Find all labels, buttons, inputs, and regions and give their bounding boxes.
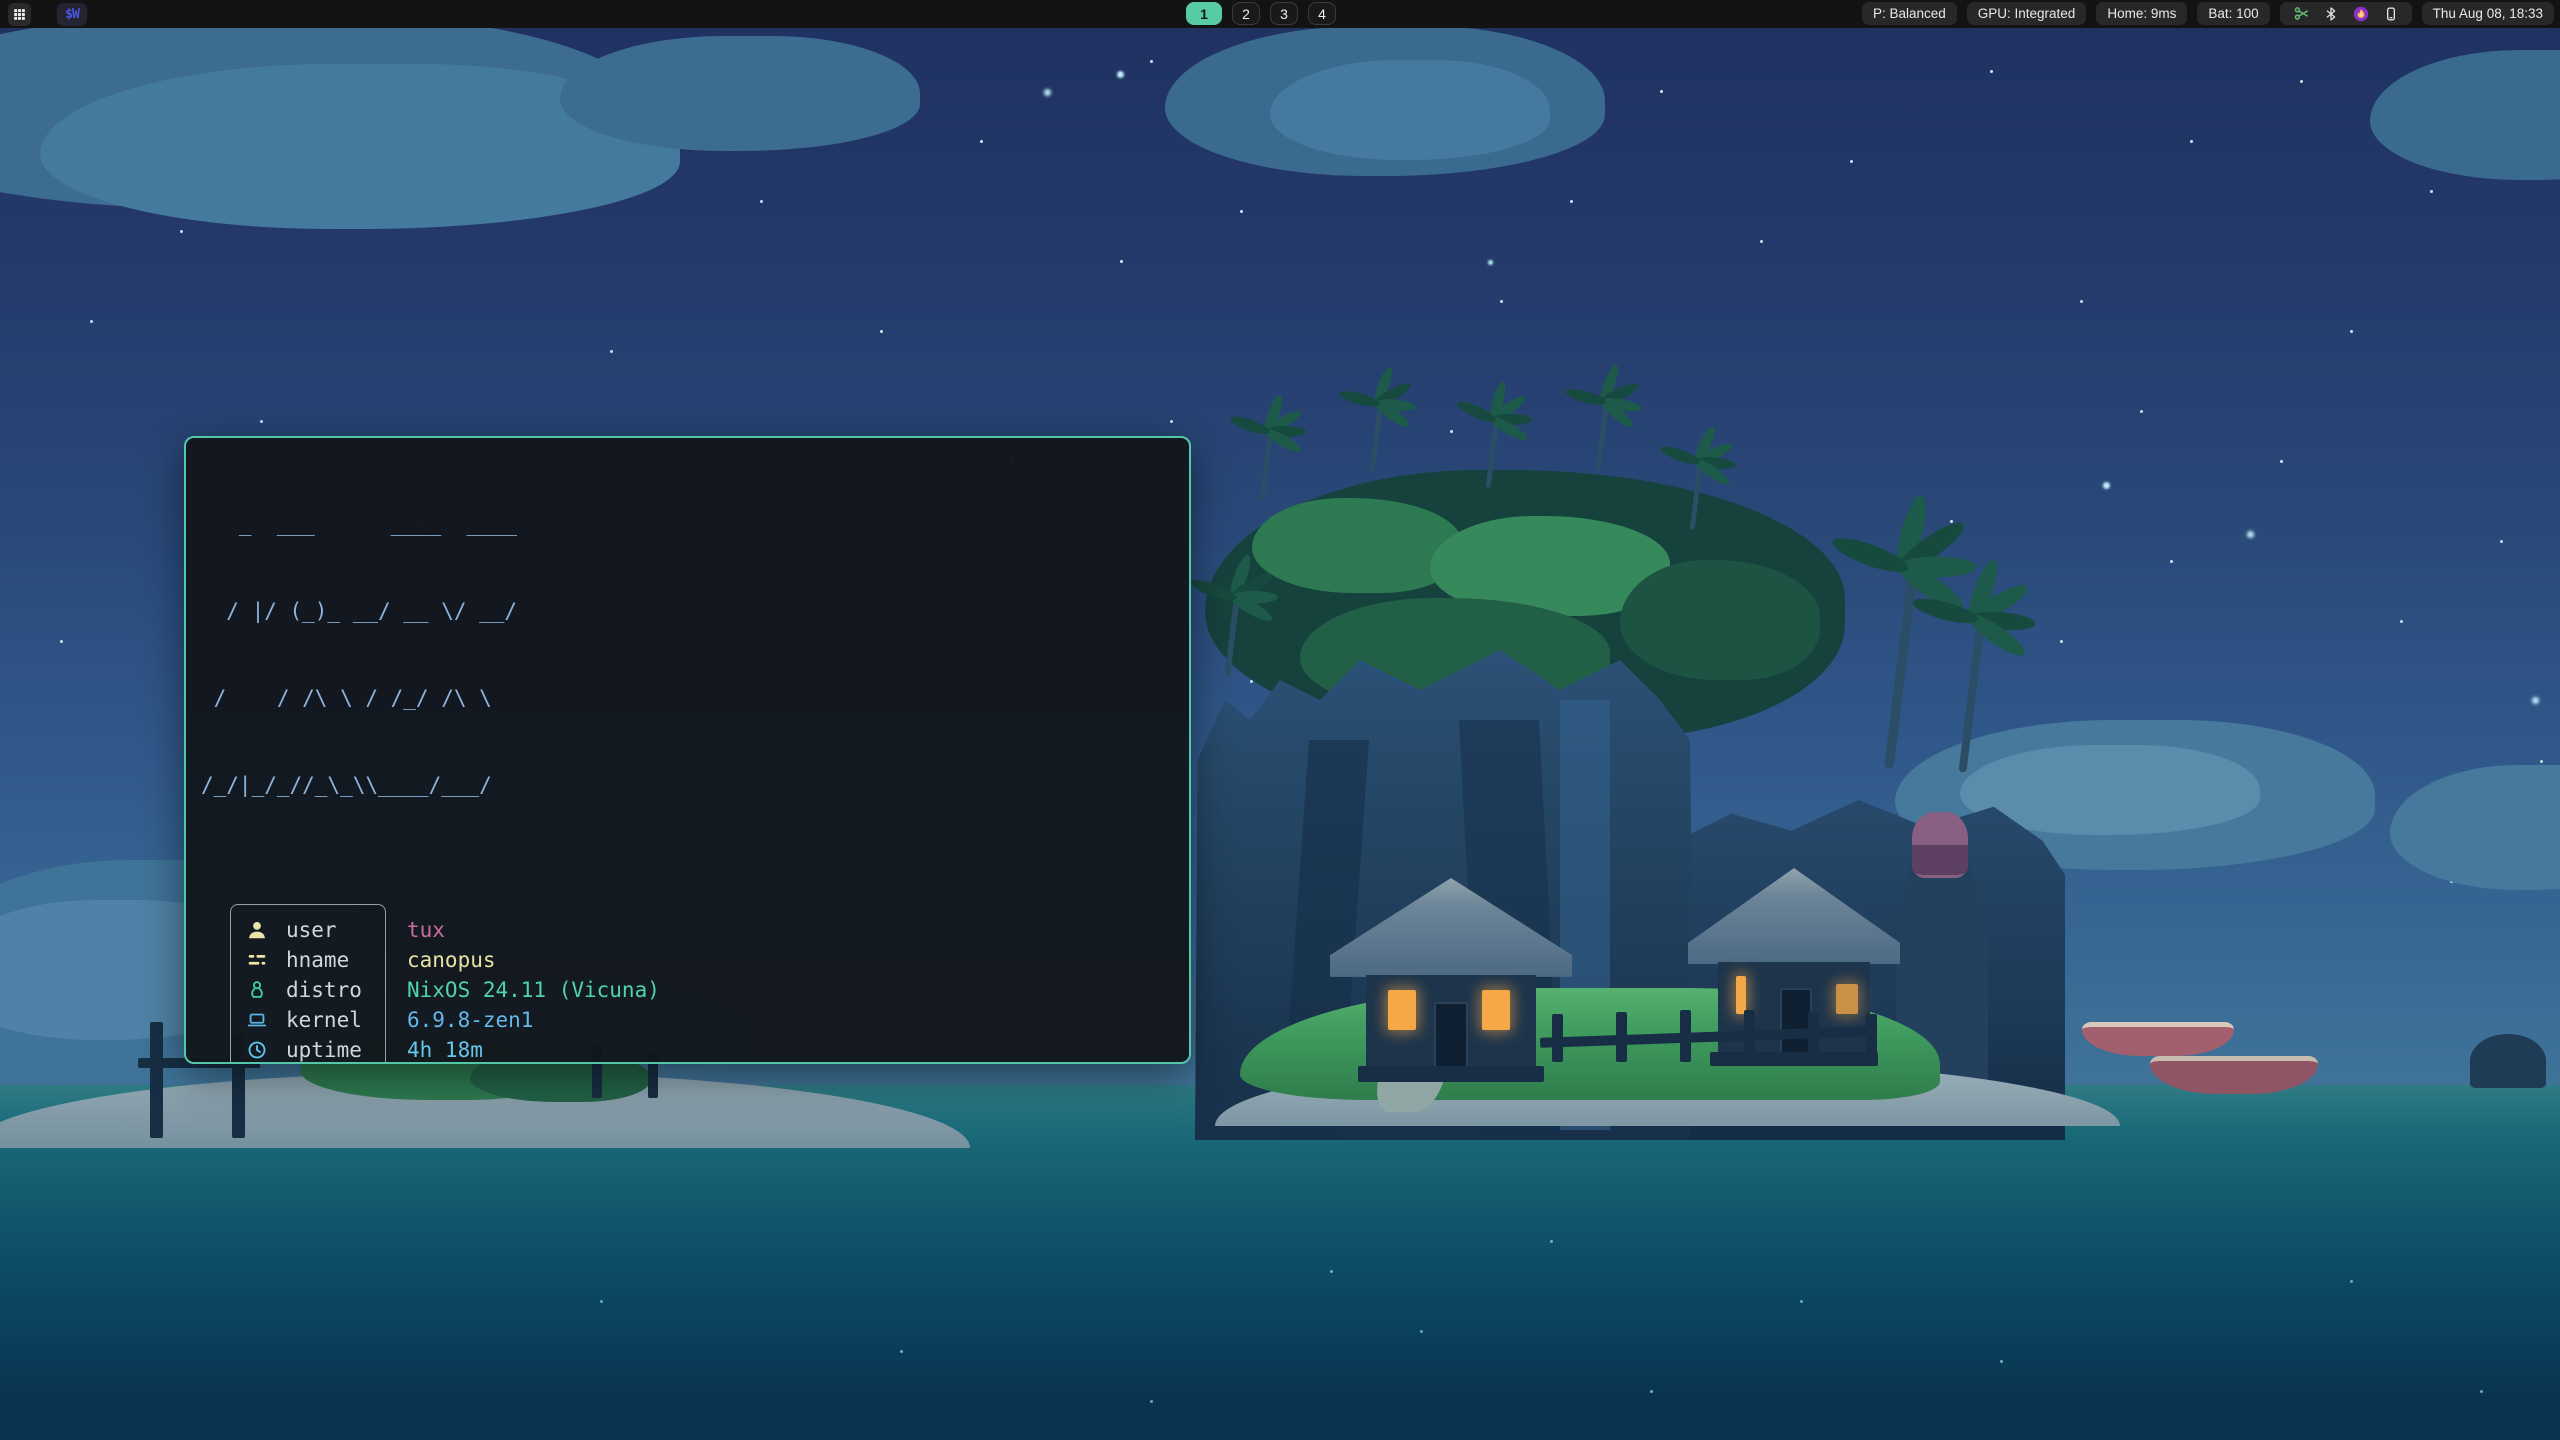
fetch-value-kernel: 6.9.8-zen1 (407, 1005, 660, 1035)
bar-left-cluster: $W (8, 0, 87, 28)
fastfetch-output: user hname distro kernel uptime shell (201, 904, 1189, 1064)
hut-left (1330, 878, 1572, 1084)
hut-window (1482, 990, 1510, 1030)
ping-text: Home: 9ms (2107, 6, 2176, 21)
fence-post (1744, 1010, 1755, 1062)
laptop-icon (246, 1009, 268, 1031)
fetch-label: distro (286, 978, 362, 1002)
clock-icon (246, 1039, 268, 1061)
fence-post (1616, 1012, 1627, 1062)
battery-module[interactable]: Bat: 100 (2197, 2, 2269, 25)
hut-window (1388, 990, 1416, 1030)
palm-tree (1372, 392, 1382, 472)
app-launcher-button[interactable] (8, 3, 31, 26)
system-tray (2280, 2, 2412, 25)
hut-window (1736, 976, 1746, 1014)
gpu-text: GPU: Integrated (1978, 6, 2076, 21)
island-canopy-highlight (1620, 560, 1820, 680)
workspace-label: 2 (1242, 6, 1250, 22)
gpu-module[interactable]: GPU: Integrated (1967, 2, 2087, 25)
pier-post (150, 1022, 163, 1138)
tall-palm (1893, 545, 1912, 697)
hut-roof (1688, 868, 1900, 964)
cloud (560, 36, 920, 151)
cloud (1270, 60, 1550, 160)
fence-post (1808, 1012, 1819, 1062)
fetch-label: user (286, 918, 337, 942)
palm-tree (1488, 408, 1498, 488)
wm-logo-button[interactable]: $W (57, 3, 87, 26)
workspace-4[interactable]: 4 (1308, 2, 1336, 25)
workspace-1[interactable]: 1 (1186, 2, 1222, 25)
totem-statue-shadow (1912, 845, 1968, 875)
terminal-window[interactable]: _ ___ ____ ____ / |/ (_)_ __/ __ \/ __/ … (184, 436, 1191, 1064)
fetch-row-hname: hname (231, 945, 385, 975)
workspace-label: 4 (1318, 6, 1326, 22)
bluetooth-icon[interactable] (2323, 6, 2339, 22)
tall-palm (1965, 600, 1981, 728)
fetch-value-uptime: 4h 18m (407, 1035, 660, 1064)
hut-base (1358, 1066, 1544, 1082)
island-canopy-highlight (1252, 498, 1462, 593)
palm-tree (1598, 390, 1608, 470)
small-rock (2470, 1034, 2546, 1088)
clock-module[interactable]: Thu Aug 08, 18:33 (2422, 2, 2554, 25)
fetch-value-distro: NixOS 24.11 (Vicuna) (407, 975, 660, 1005)
fence-post (1866, 1014, 1877, 1062)
phone-icon[interactable] (2383, 6, 2399, 22)
list-icon (246, 949, 268, 971)
flame-icon[interactable] (2352, 5, 2370, 23)
fence-post (1680, 1010, 1691, 1062)
fetch-value-user: tux (407, 915, 660, 945)
fence-post (1552, 1014, 1563, 1062)
palm-tree (1227, 584, 1239, 676)
user-icon (246, 919, 268, 941)
bar-right-cluster: P: Balanced GPU: Integrated Home: 9ms Ba… (1862, 2, 2554, 25)
power-profile-module[interactable]: P: Balanced (1862, 2, 1957, 25)
ping-module[interactable]: Home: 9ms (2096, 2, 2187, 25)
fetch-row-uptime: uptime (231, 1035, 385, 1064)
hut-door (1434, 1002, 1468, 1069)
fetch-row-user: user (231, 915, 385, 945)
workspace-label: 1 (1200, 6, 1208, 22)
hut-base (1710, 1052, 1878, 1066)
workspace-2[interactable]: 2 (1232, 2, 1260, 25)
fetch-label: kernel (286, 1008, 362, 1032)
fetch-label-column: user hname distro kernel uptime shell (230, 904, 386, 1064)
workspace-switcher: 1 2 3 4 (1186, 2, 1336, 25)
fetch-value-column: tux canopus NixOS 24.11 (Vicuna) 6.9.8-z… (386, 904, 660, 1064)
palm-tree (1692, 450, 1702, 530)
scissors-icon[interactable] (2293, 5, 2310, 22)
top-bar: $W 1 2 3 4 P: Balanced GPU: Integrated H… (0, 0, 2560, 28)
workspace-label: 3 (1280, 6, 1288, 22)
fetch-value-hname: canopus (407, 945, 660, 975)
fetch-label: hname (286, 948, 349, 972)
penguin-icon (246, 979, 268, 1001)
clock-text: Thu Aug 08, 18:33 (2433, 6, 2543, 21)
palm-tree (1262, 420, 1272, 500)
hut-roof (1330, 878, 1572, 977)
fetch-row-distro: distro (231, 975, 385, 1005)
fetch-row-kernel: kernel (231, 1005, 385, 1035)
wm-logo-text: $W (65, 7, 79, 22)
apps-grid-icon (12, 7, 27, 22)
hut-window (1836, 984, 1858, 1014)
power-profile-text: P: Balanced (1873, 6, 1946, 21)
workspace-3[interactable]: 3 (1270, 2, 1298, 25)
fetch-label: uptime (286, 1038, 362, 1062)
nixos-ascii-logo: _ ___ ____ ____ / |/ (_)_ __/ __ \/ __/ … (201, 452, 1189, 858)
battery-text: Bat: 100 (2208, 6, 2258, 21)
